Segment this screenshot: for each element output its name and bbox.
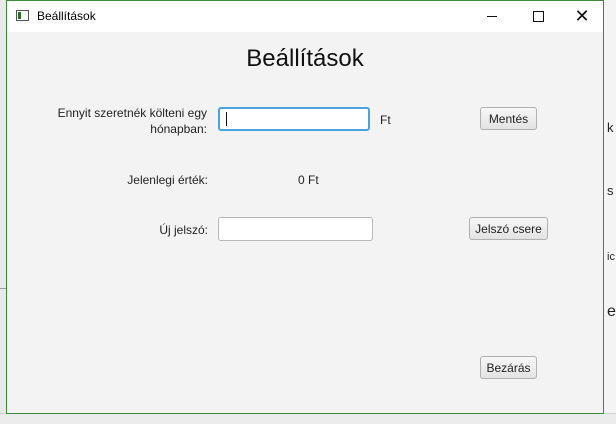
background-window-edge [604, 0, 616, 423]
title-bar[interactable]: Beállítások ✕ [7, 1, 603, 32]
background-text-fragment: k [607, 120, 614, 135]
budget-input[interactable] [218, 107, 370, 131]
current-value: 0 Ft [298, 173, 319, 187]
window-title: Beállítások [37, 9, 96, 23]
currency-unit: Ft [380, 113, 391, 127]
maximize-icon [532, 11, 544, 22]
close-button[interactable]: Bezárás [480, 356, 537, 379]
close-icon: ✕ [574, 5, 590, 27]
save-button[interactable]: Mentés [480, 107, 537, 130]
budget-label: Ennyit szeretnék költeni egy hónapban: [57, 106, 207, 136]
page-title: Beállítások [246, 45, 364, 72]
change-password-button[interactable]: Jelszó csere [469, 217, 548, 240]
settings-window: Beállítások ✕ Beállítások Ennyit szeretn… [6, 0, 604, 414]
close-window-button[interactable]: ✕ [559, 1, 605, 32]
new-password-label: Új jelszó: [159, 223, 208, 237]
text-caret [226, 112, 227, 126]
minimize-button[interactable] [469, 1, 515, 32]
current-value-label: Jelenlegi érték: [127, 173, 208, 187]
maximize-button[interactable] [515, 1, 561, 32]
new-password-input[interactable] [218, 217, 373, 241]
app-icon [16, 10, 29, 21]
background-text-fragment: s [607, 183, 614, 198]
background-taskbar-edge [0, 413, 616, 424]
minimize-icon [487, 16, 497, 17]
background-text-fragment: ic [607, 251, 615, 263]
background-text-fragment: e [607, 303, 616, 320]
